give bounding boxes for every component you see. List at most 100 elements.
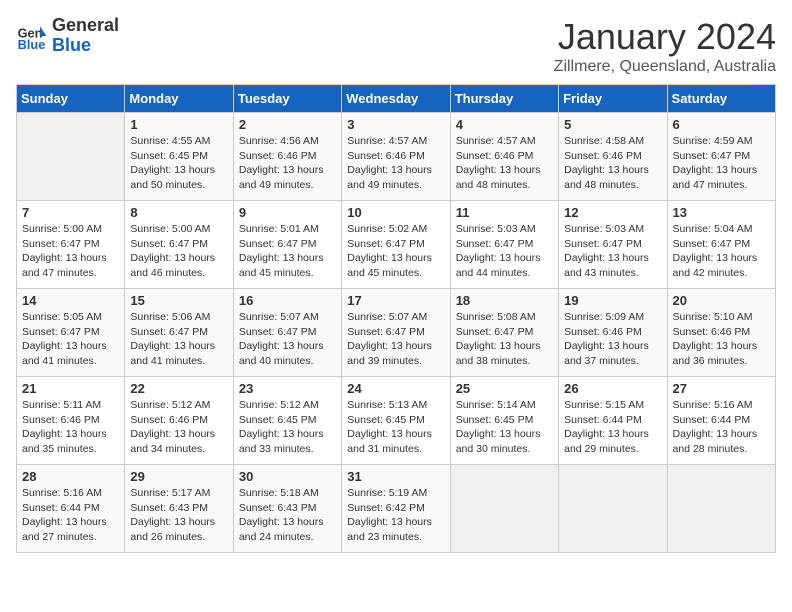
day-info: Sunrise: 4:57 AM Sunset: 6:46 PM Dayligh… bbox=[456, 134, 553, 193]
day-number: 28 bbox=[22, 469, 119, 484]
day-info: Sunrise: 5:02 AM Sunset: 6:47 PM Dayligh… bbox=[347, 222, 444, 281]
day-number: 29 bbox=[130, 469, 227, 484]
calendar-week-row: 21 Sunrise: 5:11 AM Sunset: 6:46 PM Dayli… bbox=[17, 377, 776, 465]
day-info: Sunrise: 5:07 AM Sunset: 6:47 PM Dayligh… bbox=[347, 310, 444, 369]
day-info: Sunrise: 5:10 AM Sunset: 6:46 PM Dayligh… bbox=[673, 310, 770, 369]
logo-blue-text: Blue bbox=[52, 36, 119, 56]
day-info: Sunrise: 5:09 AM Sunset: 6:46 PM Dayligh… bbox=[564, 310, 661, 369]
calendar-week-row: 1Sunrise: 4:55 AM Sunset: 6:45 PM Daylig… bbox=[17, 113, 776, 201]
day-number: 13 bbox=[673, 205, 770, 220]
day-info: Sunrise: 5:00 AM Sunset: 6:47 PM Dayligh… bbox=[22, 222, 119, 281]
day-number: 18 bbox=[456, 293, 553, 308]
calendar-cell: 23 Sunrise: 5:12 AM Sunset: 6:45 PM Dayli… bbox=[233, 377, 341, 465]
day-info: Sunrise: 5:01 AM Sunset: 6:47 PM Dayligh… bbox=[239, 222, 336, 281]
day-info: Sunrise: 4:57 AM Sunset: 6:46 PM Dayligh… bbox=[347, 134, 444, 193]
calendar-cell: 16 Sunrise: 5:07 AM Sunset: 6:47 PM Dayli… bbox=[233, 289, 341, 377]
day-number: 9 bbox=[239, 205, 336, 220]
calendar-cell: 30 Sunrise: 5:18 AM Sunset: 6:43 PM Dayli… bbox=[233, 465, 341, 553]
day-info: Sunrise: 5:07 AM Sunset: 6:47 PM Dayligh… bbox=[239, 310, 336, 369]
day-info: Sunrise: 4:55 AM Sunset: 6:45 PM Dayligh… bbox=[130, 134, 227, 193]
day-number: 4 bbox=[456, 117, 553, 132]
calendar-header-row: SundayMondayTuesdayWednesdayThursdayFrid… bbox=[17, 85, 776, 113]
day-number: 2 bbox=[239, 117, 336, 132]
calendar-cell: 11Sunrise: 5:03 AM Sunset: 6:47 PM Dayli… bbox=[450, 201, 558, 289]
page-header: Gen Blue General Blue January 2024 Zillm… bbox=[16, 16, 776, 76]
day-number: 14 bbox=[22, 293, 119, 308]
logo-general-text: General bbox=[52, 16, 119, 36]
calendar-cell: 28 Sunrise: 5:16 AM Sunset: 6:44 PM Dayli… bbox=[17, 465, 125, 553]
calendar-cell: 21 Sunrise: 5:11 AM Sunset: 6:46 PM Dayli… bbox=[17, 377, 125, 465]
day-number: 17 bbox=[347, 293, 444, 308]
day-number: 6 bbox=[673, 117, 770, 132]
calendar-cell: 26Sunrise: 5:15 AM Sunset: 6:44 PM Dayli… bbox=[559, 377, 667, 465]
day-info: Sunrise: 5:13 AM Sunset: 6:45 PM Dayligh… bbox=[347, 398, 444, 457]
calendar-cell: 14 Sunrise: 5:05 AM Sunset: 6:47 PM Dayli… bbox=[17, 289, 125, 377]
logo-text: General Blue bbox=[52, 16, 119, 56]
day-info: Sunrise: 5:18 AM Sunset: 6:43 PM Dayligh… bbox=[239, 486, 336, 545]
day-number: 19 bbox=[564, 293, 661, 308]
weekday-header: Thursday bbox=[450, 85, 558, 113]
day-number: 31 bbox=[347, 469, 444, 484]
day-info: Sunrise: 4:58 AM Sunset: 6:46 PM Dayligh… bbox=[564, 134, 661, 193]
day-number: 16 bbox=[239, 293, 336, 308]
calendar-cell: 18Sunrise: 5:08 AM Sunset: 6:47 PM Dayli… bbox=[450, 289, 558, 377]
calendar-cell: 27 Sunrise: 5:16 AM Sunset: 6:44 PM Dayli… bbox=[667, 377, 775, 465]
calendar-body: 1Sunrise: 4:55 AM Sunset: 6:45 PM Daylig… bbox=[17, 113, 776, 553]
day-number: 24 bbox=[347, 381, 444, 396]
day-info: Sunrise: 5:15 AM Sunset: 6:44 PM Dayligh… bbox=[564, 398, 661, 457]
day-info: Sunrise: 5:03 AM Sunset: 6:47 PM Dayligh… bbox=[456, 222, 553, 281]
calendar-week-row: 14 Sunrise: 5:05 AM Sunset: 6:47 PM Dayli… bbox=[17, 289, 776, 377]
month-title: January 2024 bbox=[554, 16, 776, 58]
weekday-header: Wednesday bbox=[342, 85, 450, 113]
day-info: Sunrise: 5:04 AM Sunset: 6:47 PM Dayligh… bbox=[673, 222, 770, 281]
weekday-header: Friday bbox=[559, 85, 667, 113]
day-number: 3 bbox=[347, 117, 444, 132]
day-info: Sunrise: 5:14 AM Sunset: 6:45 PM Dayligh… bbox=[456, 398, 553, 457]
day-info: Sunrise: 5:12 AM Sunset: 6:46 PM Dayligh… bbox=[130, 398, 227, 457]
calendar-cell: 9 Sunrise: 5:01 AM Sunset: 6:47 PM Daylig… bbox=[233, 201, 341, 289]
logo-icon: Gen Blue bbox=[16, 20, 48, 52]
day-info: Sunrise: 5:19 AM Sunset: 6:42 PM Dayligh… bbox=[347, 486, 444, 545]
logo: Gen Blue General Blue bbox=[16, 16, 119, 56]
calendar-cell bbox=[559, 465, 667, 553]
day-info: Sunrise: 4:56 AM Sunset: 6:46 PM Dayligh… bbox=[239, 134, 336, 193]
day-number: 15 bbox=[130, 293, 227, 308]
weekday-header: Monday bbox=[125, 85, 233, 113]
day-info: Sunrise: 5:17 AM Sunset: 6:43 PM Dayligh… bbox=[130, 486, 227, 545]
day-number: 22 bbox=[130, 381, 227, 396]
calendar-cell: 8Sunrise: 5:00 AM Sunset: 6:47 PM Daylig… bbox=[125, 201, 233, 289]
day-info: Sunrise: 5:06 AM Sunset: 6:47 PM Dayligh… bbox=[130, 310, 227, 369]
calendar-cell: 7Sunrise: 5:00 AM Sunset: 6:47 PM Daylig… bbox=[17, 201, 125, 289]
calendar-cell bbox=[17, 113, 125, 201]
calendar-cell: 13 Sunrise: 5:04 AM Sunset: 6:47 PM Dayli… bbox=[667, 201, 775, 289]
calendar-cell: 10 Sunrise: 5:02 AM Sunset: 6:47 PM Dayli… bbox=[342, 201, 450, 289]
calendar-cell: 15 Sunrise: 5:06 AM Sunset: 6:47 PM Dayli… bbox=[125, 289, 233, 377]
calendar-cell: 3 Sunrise: 4:57 AM Sunset: 6:46 PM Daylig… bbox=[342, 113, 450, 201]
calendar-cell: 17 Sunrise: 5:07 AM Sunset: 6:47 PM Dayli… bbox=[342, 289, 450, 377]
calendar-cell: 25 Sunrise: 5:14 AM Sunset: 6:45 PM Dayli… bbox=[450, 377, 558, 465]
calendar-week-row: 7Sunrise: 5:00 AM Sunset: 6:47 PM Daylig… bbox=[17, 201, 776, 289]
day-info: Sunrise: 4:59 AM Sunset: 6:47 PM Dayligh… bbox=[673, 134, 770, 193]
calendar-week-row: 28 Sunrise: 5:16 AM Sunset: 6:44 PM Dayli… bbox=[17, 465, 776, 553]
calendar-cell: 24 Sunrise: 5:13 AM Sunset: 6:45 PM Dayli… bbox=[342, 377, 450, 465]
day-number: 30 bbox=[239, 469, 336, 484]
day-info: Sunrise: 5:12 AM Sunset: 6:45 PM Dayligh… bbox=[239, 398, 336, 457]
day-info: Sunrise: 5:11 AM Sunset: 6:46 PM Dayligh… bbox=[22, 398, 119, 457]
day-info: Sunrise: 5:03 AM Sunset: 6:47 PM Dayligh… bbox=[564, 222, 661, 281]
calendar-cell: 6 Sunrise: 4:59 AM Sunset: 6:47 PM Daylig… bbox=[667, 113, 775, 201]
day-number: 10 bbox=[347, 205, 444, 220]
day-info: Sunrise: 5:05 AM Sunset: 6:47 PM Dayligh… bbox=[22, 310, 119, 369]
day-number: 25 bbox=[456, 381, 553, 396]
weekday-header: Sunday bbox=[17, 85, 125, 113]
day-number: 27 bbox=[673, 381, 770, 396]
calendar-cell: 31 Sunrise: 5:19 AM Sunset: 6:42 PM Dayli… bbox=[342, 465, 450, 553]
calendar-cell: 2 Sunrise: 4:56 AM Sunset: 6:46 PM Daylig… bbox=[233, 113, 341, 201]
calendar-cell: 1Sunrise: 4:55 AM Sunset: 6:45 PM Daylig… bbox=[125, 113, 233, 201]
day-number: 23 bbox=[239, 381, 336, 396]
calendar-cell: 22 Sunrise: 5:12 AM Sunset: 6:46 PM Dayli… bbox=[125, 377, 233, 465]
day-info: Sunrise: 5:16 AM Sunset: 6:44 PM Dayligh… bbox=[22, 486, 119, 545]
svg-text:Blue: Blue bbox=[18, 37, 46, 52]
day-info: Sunrise: 5:16 AM Sunset: 6:44 PM Dayligh… bbox=[673, 398, 770, 457]
day-number: 21 bbox=[22, 381, 119, 396]
calendar-cell: 20Sunrise: 5:10 AM Sunset: 6:46 PM Dayli… bbox=[667, 289, 775, 377]
